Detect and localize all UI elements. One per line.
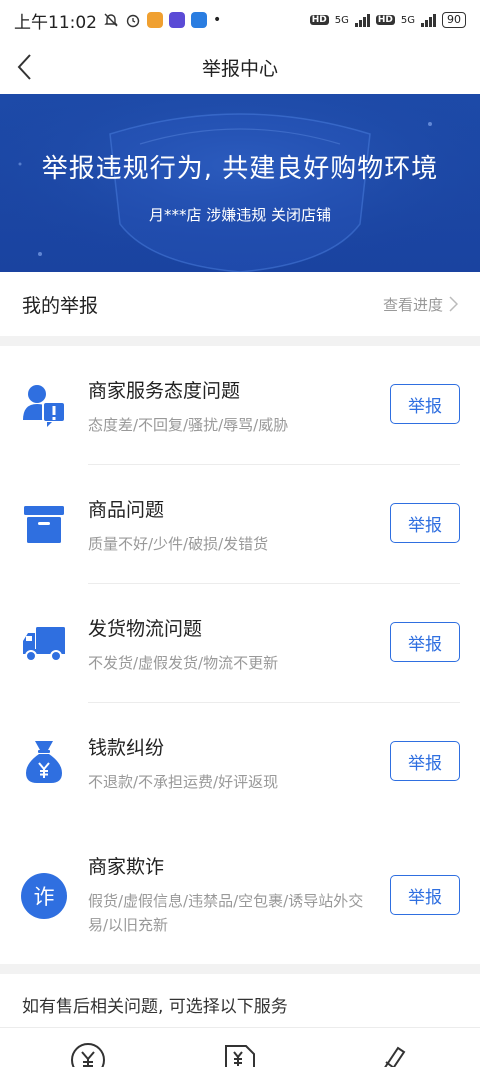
money-bag-icon	[20, 738, 68, 786]
category-title: 商品问题	[88, 499, 165, 521]
report-button[interactable]: 举报	[390, 384, 460, 424]
alarm-icon	[125, 12, 141, 28]
service-attitude-icon	[20, 381, 68, 429]
delivery-truck-icon	[20, 619, 68, 667]
chevron-right-icon	[449, 296, 458, 312]
network-label: 5G	[400, 14, 415, 26]
banner-title: 举报违规行为, 共建良好购物环境	[41, 154, 439, 184]
more-notifications-dot-icon: •	[213, 12, 222, 28]
report-button[interactable]: 举报	[390, 622, 460, 662]
signal-icon	[421, 13, 436, 27]
category-title: 发货物流问题	[88, 618, 203, 640]
report-button[interactable]: 举报	[390, 741, 460, 781]
banner: 举报违规行为, 共建良好购物环境 月***店 涉嫌违规 关闭店铺	[0, 94, 480, 272]
product-box-icon	[20, 500, 68, 548]
fraud-glyph: 诈	[34, 885, 55, 909]
refund-icon[interactable]	[70, 1042, 106, 1067]
back-arrow-icon	[17, 54, 31, 80]
network-label: 5G	[334, 14, 349, 26]
hd-badge: HD	[375, 15, 395, 25]
category-description: 不退款/不承担运费/好评返现	[88, 773, 279, 791]
app-notification-icon	[169, 12, 185, 28]
page-title: 举报中心	[201, 57, 278, 80]
category-description: 质量不好/少件/破损/发错货	[88, 535, 269, 553]
mute-bell-icon	[103, 12, 119, 28]
view-progress-link[interactable]: 查看进度	[383, 294, 458, 315]
report-category-list: 商家服务态度问题 态度差/不回复/骚扰/辱骂/威胁 举报 商品问题 质量不好/少…	[0, 346, 480, 964]
report-button[interactable]: 举报	[390, 875, 460, 915]
status-bar: 上午11:02 • HD 5G HD 5G 90	[0, 0, 480, 40]
signal-icon	[354, 13, 370, 27]
category-description: 假货/虚假信息/违禁品/空包裹/诱导站外交易/以旧充新	[88, 892, 364, 934]
after-sales-service-section: 如有售后相关问题, 可选择以下服务	[0, 974, 480, 1067]
list-item: 钱款纠纷 不退款/不承担运费/好评返现 举报	[0, 703, 480, 822]
divider	[0, 1027, 480, 1028]
app-notification-icon	[191, 12, 207, 28]
banner-subtitle: 月***店 涉嫌违规 关闭店铺	[148, 206, 332, 224]
list-item: 发货物流问题 不发货/虚假发货/物流不更新 举报	[0, 584, 480, 703]
category-title: 商家欺诈	[88, 856, 165, 878]
hd-badge: HD	[309, 15, 329, 25]
repair-icon[interactable]	[372, 1042, 408, 1067]
list-item: 诈 商家欺诈 假货/虚假信息/违禁品/空包裹/诱导站外交易/以旧充新 举报	[0, 822, 480, 964]
back-button[interactable]	[10, 52, 40, 82]
status-time: 上午11:02	[14, 12, 97, 33]
list-item: 商品问题 质量不好/少件/破损/发错货 举报	[0, 465, 480, 584]
list-item: 商家服务态度问题 态度差/不回复/骚扰/辱骂/威胁 举报	[0, 346, 480, 465]
view-progress-label: 查看进度	[382, 295, 443, 314]
category-description: 态度差/不回复/骚扰/辱骂/威胁	[88, 416, 289, 434]
fraud-icon: 诈	[20, 872, 68, 920]
invoice-icon[interactable]	[222, 1042, 258, 1067]
category-title: 钱款纠纷	[88, 737, 165, 759]
nav-bar: 举报中心	[0, 40, 480, 94]
category-title: 商家服务态度问题	[88, 380, 241, 402]
service-section-title: 如有售后相关问题, 可选择以下服务	[22, 997, 288, 1017]
report-button[interactable]: 举报	[390, 503, 460, 543]
my-reports-title: 我的举报	[22, 294, 99, 317]
app-notification-icon	[147, 12, 163, 28]
battery-indicator: 90	[442, 12, 466, 28]
my-reports-row[interactable]: 我的举报 查看进度	[0, 272, 480, 336]
category-description: 不发货/虚假发货/物流不更新	[88, 654, 279, 672]
